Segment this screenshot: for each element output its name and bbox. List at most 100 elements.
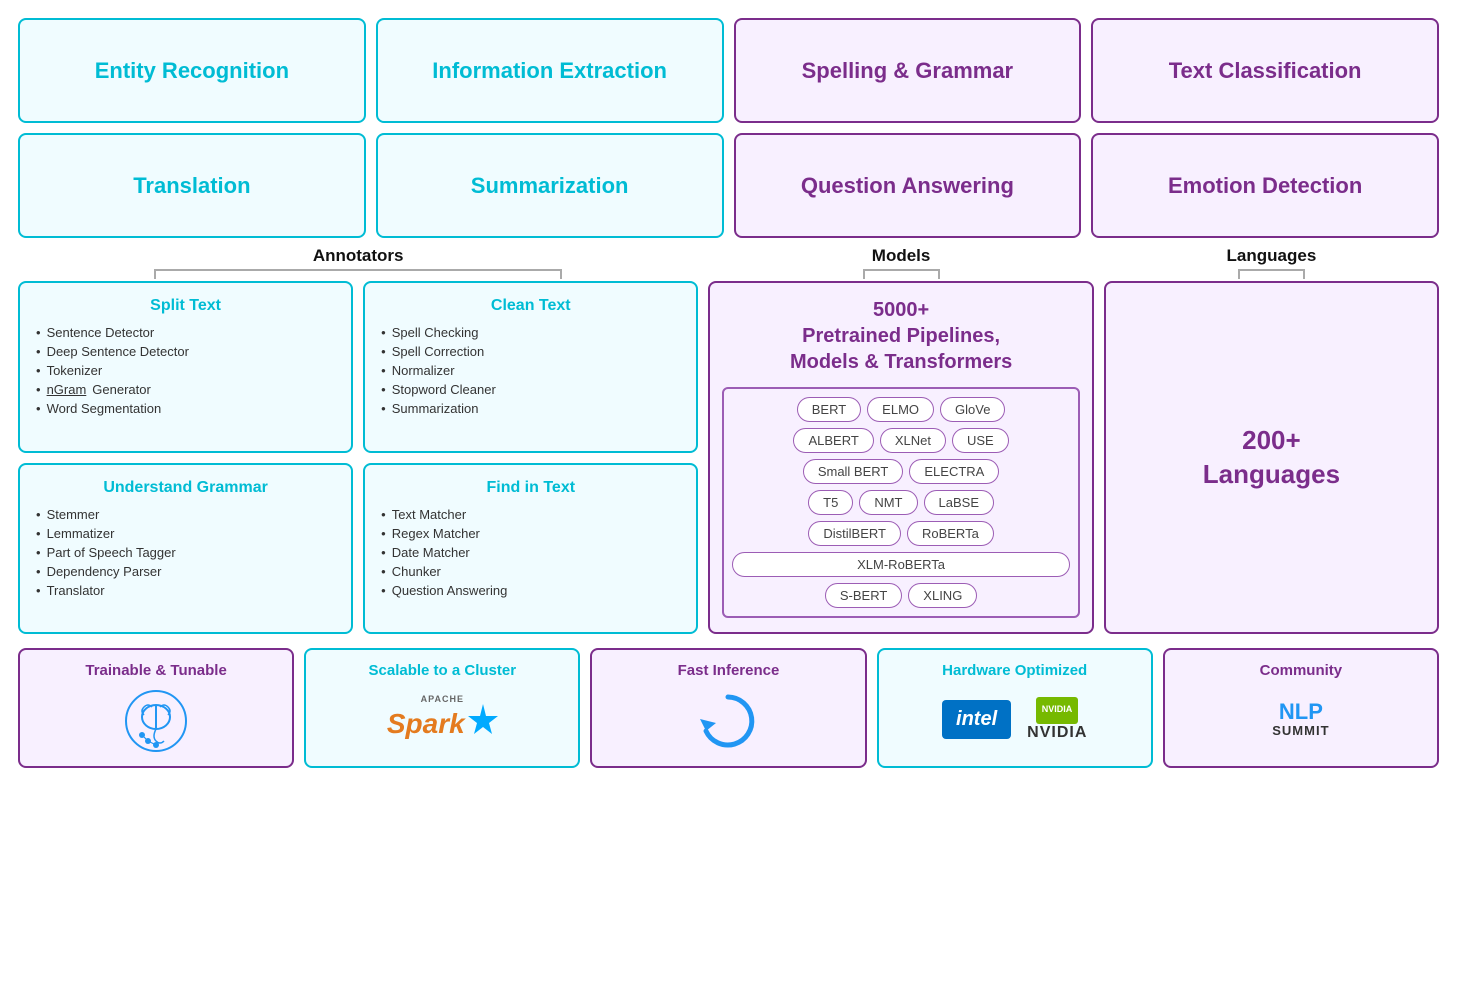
trainable-tunable-label: Trainable & Tunable bbox=[85, 662, 226, 679]
languages-col: 200+ Languages bbox=[1104, 281, 1439, 634]
model-nmt: NMT bbox=[859, 490, 917, 515]
model-use: USE bbox=[952, 428, 1009, 453]
list-item: Tokenizer bbox=[36, 361, 335, 380]
models-label: Models bbox=[872, 246, 931, 266]
split-text-title: Split Text bbox=[36, 297, 335, 315]
community-card: Community NLP SUMMIT bbox=[1163, 648, 1439, 768]
hardware-logos-area: intel NVIDIA NVIDIA bbox=[942, 689, 1087, 749]
spark-star-icon bbox=[468, 704, 498, 744]
card-label: Information Extraction bbox=[432, 57, 667, 85]
card-label: Spelling & Grammar bbox=[802, 57, 1014, 85]
find-in-text-card: Find in Text Text Matcher Regex Matcher … bbox=[363, 463, 698, 635]
bottom-section: Trainable & Tunable bbox=[18, 648, 1439, 768]
list-item: Text Matcher bbox=[381, 505, 680, 524]
nvidia-text: NVIDIA bbox=[1027, 724, 1087, 742]
languages-label: Languages bbox=[1227, 246, 1317, 266]
list-item: Stopword Cleaner bbox=[381, 380, 680, 399]
model-xlm-roberta: XLM-RoBERTa bbox=[732, 552, 1069, 577]
model-row: DistilBERT RoBERTa bbox=[732, 521, 1069, 546]
list-item: Regex Matcher bbox=[381, 524, 680, 543]
model-row: Small BERT ELECTRA bbox=[732, 459, 1069, 484]
model-row: ALBERT XLNet USE bbox=[732, 428, 1069, 453]
card-summarization[interactable]: Summarization bbox=[376, 133, 724, 238]
list-item: Normalizer bbox=[381, 361, 680, 380]
model-roberta: RoBERTa bbox=[907, 521, 994, 546]
nlp-summit-logo: NLP SUMMIT bbox=[1272, 701, 1329, 738]
split-text-card: Split Text Sentence Detector Deep Senten… bbox=[18, 281, 353, 453]
models-title: 5000+Pretrained Pipelines,Models & Trans… bbox=[790, 297, 1012, 375]
card-label: Question Answering bbox=[801, 172, 1014, 200]
list-item: Summarization bbox=[381, 399, 680, 418]
list-item: Lemmatizer bbox=[36, 524, 335, 543]
card-information-extraction[interactable]: Information Extraction bbox=[376, 18, 724, 123]
spark-logo: APACHE Spark bbox=[387, 694, 498, 744]
understand-grammar-title: Understand Grammar bbox=[36, 479, 335, 497]
card-emotion-detection[interactable]: Emotion Detection bbox=[1091, 133, 1439, 238]
model-albert: ALBERT bbox=[793, 428, 873, 453]
model-distilbert: DistilBERT bbox=[808, 521, 901, 546]
find-in-text-title: Find in Text bbox=[381, 479, 680, 497]
fast-inference-card: Fast Inference bbox=[590, 648, 866, 768]
nvidia-logo: NVIDIA NVIDIA bbox=[1027, 697, 1087, 742]
spark-logo-area: APACHE Spark bbox=[387, 689, 498, 749]
model-xling: XLING bbox=[908, 583, 977, 608]
list-item: Sentence Detector bbox=[36, 323, 335, 342]
model-sbert: S-BERT bbox=[825, 583, 902, 608]
arrow-logo-area bbox=[696, 689, 761, 754]
languages-count: 200+ bbox=[1203, 424, 1340, 458]
list-item: Word Segmentation bbox=[36, 399, 335, 418]
models-grid: BERT ELMO GloVe ALBERT XLNet USE Small B… bbox=[722, 387, 1079, 618]
card-label: Entity Recognition bbox=[95, 57, 289, 85]
list-item: Spell Correction bbox=[381, 342, 680, 361]
intel-logo: intel bbox=[942, 700, 1011, 739]
annotators-label: Annotators bbox=[313, 246, 404, 266]
middle-section: Split Text Sentence Detector Deep Senten… bbox=[18, 281, 1439, 634]
list-item: nGram Generator bbox=[36, 380, 335, 399]
model-row: XLM-RoBERTa bbox=[732, 552, 1069, 577]
list-item: Spell Checking bbox=[381, 323, 680, 342]
model-t5: T5 bbox=[808, 490, 853, 515]
model-elmo: ELMO bbox=[867, 397, 934, 422]
card-question-answering[interactable]: Question Answering bbox=[734, 133, 1082, 238]
clean-text-title: Clean Text bbox=[381, 297, 680, 315]
circular-arrow-icon bbox=[696, 689, 761, 754]
model-row: S-BERT XLING bbox=[732, 583, 1069, 608]
models-col: 5000+Pretrained Pipelines,Models & Trans… bbox=[708, 281, 1093, 634]
model-row: T5 NMT LaBSE bbox=[732, 490, 1069, 515]
understand-grammar-card: Understand Grammar Stemmer Lemmatizer Pa… bbox=[18, 463, 353, 635]
community-label: Community bbox=[1260, 662, 1343, 679]
summit-text: SUMMIT bbox=[1272, 723, 1329, 738]
hardware-optimized-label: Hardware Optimized bbox=[942, 662, 1087, 679]
languages-content: 200+ Languages bbox=[1203, 424, 1340, 492]
model-row: BERT ELMO GloVe bbox=[732, 397, 1069, 422]
list-item: Dependency Parser bbox=[36, 562, 335, 581]
svg-text:NVIDIA: NVIDIA bbox=[1042, 704, 1072, 714]
card-text-classification[interactable]: Text Classification bbox=[1091, 18, 1439, 123]
card-label: Translation bbox=[133, 172, 250, 200]
card-entity-recognition[interactable]: Entity Recognition bbox=[18, 18, 366, 123]
model-bert: BERT bbox=[797, 397, 861, 422]
annotators-col: Split Text Sentence Detector Deep Senten… bbox=[18, 281, 698, 634]
brain-logo-area bbox=[124, 689, 189, 754]
scalable-cluster-card: Scalable to a Cluster APACHE Spark bbox=[304, 648, 580, 768]
card-label: Text Classification bbox=[1169, 57, 1362, 85]
clean-text-card: Clean Text Spell Checking Spell Correcti… bbox=[363, 281, 698, 453]
nlp-summit-logo-area: NLP SUMMIT bbox=[1272, 689, 1329, 749]
card-spelling-grammar[interactable]: Spelling & Grammar bbox=[734, 18, 1082, 123]
list-item: Chunker bbox=[381, 562, 680, 581]
list-item: Stemmer bbox=[36, 505, 335, 524]
list-item: Translator bbox=[36, 581, 335, 600]
apache-text: APACHE bbox=[421, 694, 464, 704]
hardware-optimized-card: Hardware Optimized intel NVIDIA NVIDIA bbox=[877, 648, 1153, 768]
card-translation[interactable]: Translation bbox=[18, 133, 366, 238]
nvidia-eye-icon: NVIDIA bbox=[1042, 699, 1072, 717]
card-label: Summarization bbox=[471, 172, 629, 200]
brain-icon bbox=[124, 689, 189, 754]
spark-text: Spark bbox=[387, 710, 465, 738]
model-xlnet: XLNet bbox=[880, 428, 946, 453]
top-task-grid: Entity Recognition Information Extractio… bbox=[18, 18, 1439, 238]
list-item: Question Answering bbox=[381, 581, 680, 600]
list-item: Part of Speech Tagger bbox=[36, 543, 335, 562]
model-electra: ELECTRA bbox=[909, 459, 999, 484]
main-wrapper: Entity Recognition Information Extractio… bbox=[18, 18, 1439, 768]
